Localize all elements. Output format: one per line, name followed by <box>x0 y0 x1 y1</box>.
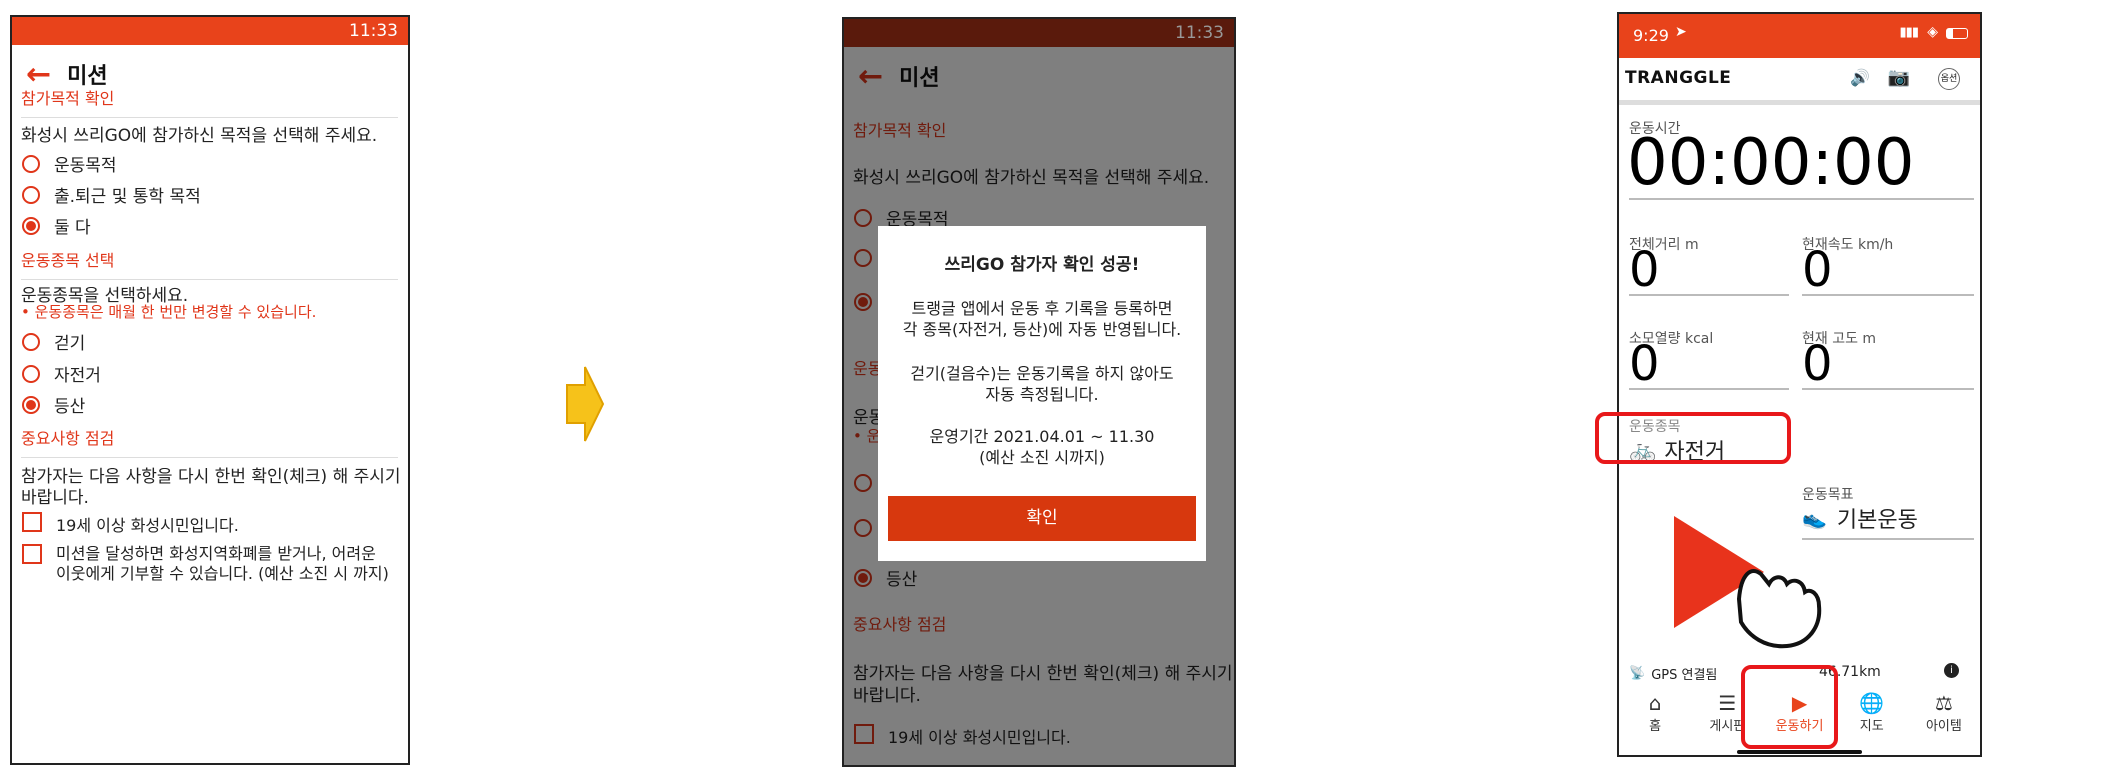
radio-circle-icon <box>22 364 40 383</box>
radio-label: 운동목적 <box>54 156 117 176</box>
checkbox-icon <box>22 512 42 532</box>
info-icon[interactable]: i <box>1944 663 1959 678</box>
location-arrow-icon: ➤ <box>1675 24 1687 40</box>
radio-sport-walk[interactable]: 걷기 <box>22 329 85 354</box>
brand-logo: TRANGGLE <box>1625 68 1732 88</box>
checkbox-resident[interactable]: 19세 이상 화성시민입니다. <box>22 512 239 536</box>
tab-label: 게시판 <box>1709 719 1746 734</box>
status-bar: 11:33 <box>12 17 408 45</box>
tab-item[interactable]: ⚖ 아이템 <box>1908 687 1980 747</box>
status-time: 9:29 <box>1633 26 1669 45</box>
exercise-time-value: 00:00:00 <box>1627 126 1915 200</box>
status-time: 11:33 <box>349 21 398 41</box>
section-header-purpose: 참가목적 확인 <box>21 85 398 118</box>
goal-value: 기본운동 <box>1836 508 1918 533</box>
radio-purpose-both[interactable]: 둘 다 <box>22 213 91 238</box>
underline <box>1802 294 1974 296</box>
sport-warning: • 운동종목은 매월 한 번만 변경할 수 있습니다. <box>21 303 317 321</box>
confirm-button[interactable]: 확인 <box>888 496 1196 541</box>
mission-dialog-phone: 11:33 ← 미션 참가목적 확인 화성시 쓰리GO에 참가하신 목적을 선택… <box>842 17 1236 767</box>
tab-label: 홈 <box>1649 719 1662 734</box>
radio-circle-icon <box>22 332 40 351</box>
tab-map[interactable]: 🌐 지도 <box>1836 687 1908 747</box>
status-time: 11:33 <box>1175 23 1224 43</box>
radio-purpose-exercise[interactable]: 운동목적 <box>22 151 117 176</box>
radio-sport-bike[interactable]: 자전거 <box>22 361 101 386</box>
dialog-title: 쓰리GO 참가자 확인 성공! <box>944 255 1140 275</box>
dialog-line-2: 각 종목(자전거, 등산)에 자동 반영됩니다. <box>902 320 1182 339</box>
checkbox-reward[interactable]: 미션을 달성하면 화성지역화폐를 받거나, 어려운 이웃에게 기부할 수 있습니다… <box>22 544 389 584</box>
next-step-arrow-icon <box>566 366 605 442</box>
radio-label: 걷기 <box>54 334 86 354</box>
wifi-icon: ◈ <box>1927 24 1938 40</box>
tranggle-app-phone: 9:29 ➤ ▮▮▮ ◈ TRANGGLE 🔊 📷 옵션 운동시간 00:00:… <box>1617 12 1982 757</box>
gps-status-text: GPS 연결됨 <box>1651 668 1718 683</box>
home-icon: ⌂ <box>1648 691 1662 715</box>
altitude-value: 0 <box>1802 336 1833 392</box>
option-button[interactable]: 옵션 <box>1938 68 1960 90</box>
checkbox-icon <box>22 544 42 564</box>
item-icon: ⚖ <box>1934 691 1953 715</box>
start-button[interactable] <box>1669 504 1829 654</box>
underline <box>1629 198 1974 200</box>
brand-bar: TRANGGLE 🔊 📷 옵션 <box>1619 58 1980 98</box>
speed-value: 0 <box>1802 242 1833 298</box>
dialog-line-5: 운영기간 2021.04.01 ~ 11.30 <box>929 427 1155 446</box>
home-indicator <box>1737 750 1862 754</box>
radio-sport-hiking[interactable]: 등산 <box>22 392 85 417</box>
signal-icon: ▮▮▮ <box>1899 25 1919 40</box>
section-header-sport: 운동종목 선택 <box>21 247 398 280</box>
audio-guide-icon[interactable]: 🔊 <box>1850 68 1870 87</box>
confirm-dialog: 쓰리GO 참가자 확인 성공! 트랭글 앱에서 운동 후 기록을 등록하면 각 … <box>878 226 1206 561</box>
divider <box>1619 100 1980 105</box>
battery-icon <box>1946 28 1968 39</box>
status-bar: 9:29 ➤ ▮▮▮ ◈ <box>1619 14 1980 58</box>
underline <box>1629 388 1789 390</box>
tab-home[interactable]: ⌂ 홈 <box>1619 687 1691 747</box>
mission-screen-phone: 11:33 ← 미션 참가목적 확인 화성시 쓰리GO에 참가하신 목적을 선택… <box>10 15 410 765</box>
underline <box>1802 388 1974 390</box>
purpose-prompt: 화성시 쓰리GO에 참가하신 목적을 선택해 주세요. <box>21 126 378 146</box>
goal-label: 운동목표 <box>1802 487 1854 503</box>
underline <box>1629 294 1789 296</box>
radio-circle-icon <box>22 185 40 204</box>
distance-value: 0 <box>1629 242 1660 298</box>
dialog-line-1: 트랭글 앱에서 운동 후 기록을 등록하면 <box>911 299 1173 318</box>
globe-icon: 🌐 <box>1859 691 1885 715</box>
calorie-value: 0 <box>1629 336 1660 392</box>
gps-status: 📡 GPS 연결됨 <box>1629 664 1717 683</box>
checkbox-label-line1: 미션을 달성하면 화성지역화폐를 받거나, 어려운 <box>56 544 376 563</box>
checkbox-label-line2: 이웃에게 기부할 수 있습니다. (예산 소진 시 까지) <box>56 564 389 583</box>
status-bar: 11:33 <box>844 19 1234 47</box>
radio-label: 자전거 <box>54 366 101 386</box>
dialog-line-3: 걷기(걸음수)는 운동기록을 하지 않아도 <box>910 364 1174 383</box>
radio-label: 둘 다 <box>54 218 91 238</box>
check-prompt-line2: 바랍니다. <box>21 488 89 508</box>
camera-icon[interactable]: 📷 <box>1888 67 1910 88</box>
highlight-sport-type <box>1595 412 1791 464</box>
radio-selected-icon <box>22 395 40 414</box>
hand-pointer-icon <box>1736 569 1822 649</box>
checkbox-label: 19세 이상 화성시민입니다. <box>56 516 239 535</box>
tab-label: 아이템 <box>1925 719 1962 734</box>
dialog-line-6: (예산 소진 시까지) <box>979 448 1105 467</box>
radio-label: 출.퇴근 및 통학 목적 <box>54 187 201 207</box>
highlight-exercise-tab <box>1741 665 1838 749</box>
radio-selected-icon <box>22 216 40 235</box>
gps-icon: 📡 <box>1629 666 1646 681</box>
dialog-line-4: 자동 측정됩니다. <box>985 385 1099 404</box>
section-header-check: 중요사항 점검 <box>21 425 398 458</box>
radio-label: 등산 <box>54 397 86 417</box>
radio-purpose-commute[interactable]: 출.퇴근 및 통학 목적 <box>22 182 201 207</box>
radio-circle-icon <box>22 154 40 173</box>
tab-label: 지도 <box>1859 719 1884 734</box>
